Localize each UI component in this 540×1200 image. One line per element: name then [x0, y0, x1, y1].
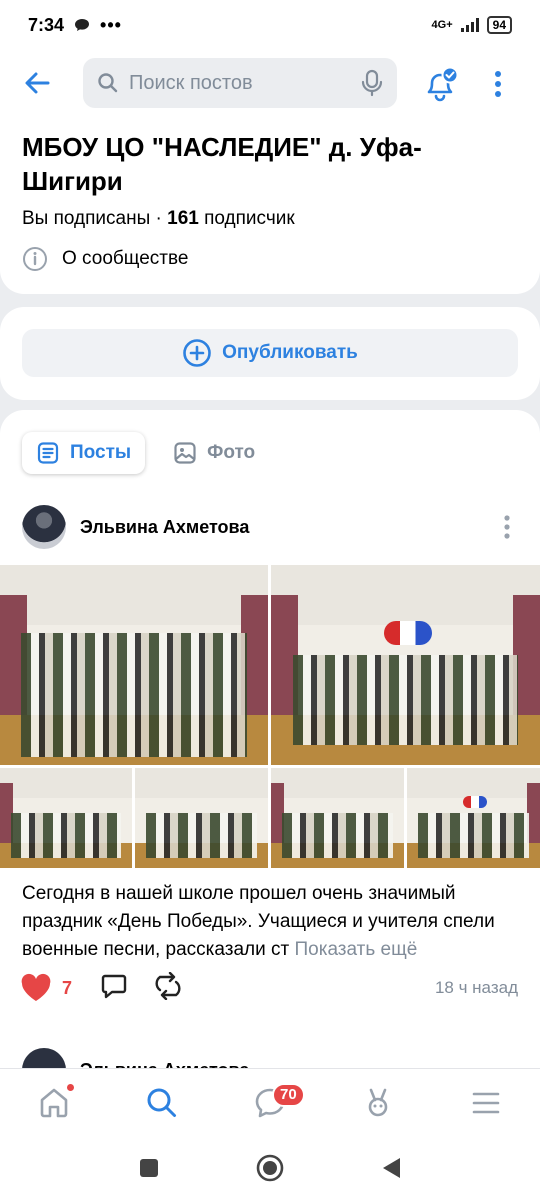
share-button[interactable] — [152, 971, 184, 1005]
show-more-link[interactable]: Показать ещё — [294, 939, 417, 960]
status-time: 7:34 — [28, 14, 65, 35]
heart-icon — [21, 973, 51, 1001]
tab-posts-label: Посты — [70, 442, 132, 463]
status-bar: 7:34 ••• 4G+ 94 — [0, 0, 540, 50]
clips-icon — [368, 1088, 388, 1116]
nav-menu[interactable] — [432, 1069, 540, 1137]
subscribers-label: подписчик — [198, 208, 295, 229]
tab-photos[interactable]: Фото — [159, 432, 269, 474]
battery-level: 94 — [492, 18, 506, 32]
battery-icon: 94 — [486, 16, 512, 34]
messages-badge: 70 — [272, 1082, 305, 1107]
status-right: 4G+ 94 — [432, 16, 512, 34]
publish-card: Опубликовать — [0, 307, 540, 400]
author-name[interactable]: Эльвина Ахметова — [80, 517, 249, 538]
group-header: МБОУ ЦО "НАСЛЕДИЕ" д. Уфа-Шигири Вы подп… — [0, 50, 540, 294]
post-photo[interactable] — [0, 565, 268, 765]
comment-icon — [101, 974, 127, 998]
chat-bubble-icon — [75, 19, 90, 31]
signal-icon — [460, 18, 479, 32]
search-icon — [98, 73, 118, 93]
author-avatar[interactable] — [22, 1048, 66, 1070]
subscribed-label: Вы подписаны — [22, 208, 151, 229]
post-photo[interactable] — [407, 768, 540, 868]
about-community-link[interactable]: О сообществе — [22, 246, 188, 272]
like-button[interactable]: 7 — [20, 973, 72, 1003]
more-dots-icon: ••• — [100, 14, 122, 35]
post-header: Эльвина Ахметова — [22, 504, 518, 550]
bottom-navigation: 70 — [0, 1068, 540, 1136]
arrow-left-icon — [25, 72, 50, 94]
content-tabs: Посты Фото — [22, 432, 269, 474]
comment-button[interactable] — [100, 972, 128, 1005]
feed: Посты Фото Эльвина Ахметова Сегодня в на… — [0, 410, 540, 1070]
menu-icon — [472, 1092, 500, 1113]
post-body: Сегодня в нашей школе прошел очень значи… — [22, 883, 495, 960]
post-text: Сегодня в нашей школе прошел очень значи… — [22, 880, 522, 964]
notifications-button[interactable] — [420, 66, 460, 102]
nav-home[interactable] — [0, 1069, 108, 1137]
more-options-button[interactable] — [486, 68, 510, 100]
network-type: 4G+ — [431, 19, 453, 31]
vertical-dots-icon — [504, 515, 510, 539]
search-icon — [147, 1088, 176, 1117]
microphone-icon[interactable] — [361, 69, 383, 97]
post-photo-grid — [0, 565, 540, 870]
search-bar[interactable] — [83, 58, 397, 108]
post-menu-button[interactable] — [500, 514, 514, 540]
back-button[interactable] — [22, 68, 58, 98]
nav-clips[interactable] — [324, 1069, 432, 1137]
subscribers-count: 161 — [167, 208, 199, 229]
group-title: МБОУ ЦО "НАСЛЕДИЕ" д. Уфа-Шигири — [22, 132, 422, 196]
info-icon — [23, 247, 47, 271]
home-notification-dot — [66, 1082, 75, 1092]
nav-messages[interactable]: 70 — [216, 1069, 324, 1137]
post-photo[interactable] — [271, 565, 540, 765]
next-post-header: Эльвина Ахметова — [22, 1048, 518, 1070]
back-triangle-icon[interactable] — [380, 1156, 402, 1180]
picture-icon — [174, 442, 196, 464]
publish-button[interactable]: Опубликовать — [22, 329, 518, 377]
nav-search[interactable] — [108, 1069, 216, 1137]
post-photo[interactable] — [135, 768, 268, 868]
post-actions: 7 18 ч назад — [20, 968, 518, 1008]
home-icon — [40, 1088, 68, 1117]
status-left: 7:34 ••• — [28, 15, 122, 36]
document-icon — [37, 442, 59, 464]
top-nav — [0, 58, 540, 108]
search-input[interactable] — [129, 71, 339, 95]
system-navigation — [0, 1136, 540, 1200]
bell-icon — [427, 66, 459, 102]
post-photo[interactable] — [271, 768, 404, 868]
like-count: 7 — [62, 977, 73, 998]
publish-label: Опубликовать — [222, 342, 358, 363]
author-avatar[interactable] — [22, 505, 66, 549]
share-icon — [155, 971, 181, 1000]
home-circle-icon[interactable] — [256, 1154, 284, 1182]
tab-photos-label: Фото — [207, 442, 256, 463]
subscription-info[interactable]: Вы подписаны · 161 подписчик — [22, 208, 295, 230]
post-photo[interactable] — [0, 768, 132, 868]
post-time: 18 ч назад — [434, 978, 518, 997]
tab-posts[interactable]: Посты — [22, 432, 146, 474]
plus-circle-icon — [183, 339, 211, 367]
recents-square-icon[interactable] — [138, 1157, 160, 1179]
separator: · — [150, 208, 168, 229]
about-label: О сообществе — [62, 248, 189, 269]
vertical-dots-icon — [495, 71, 501, 97]
